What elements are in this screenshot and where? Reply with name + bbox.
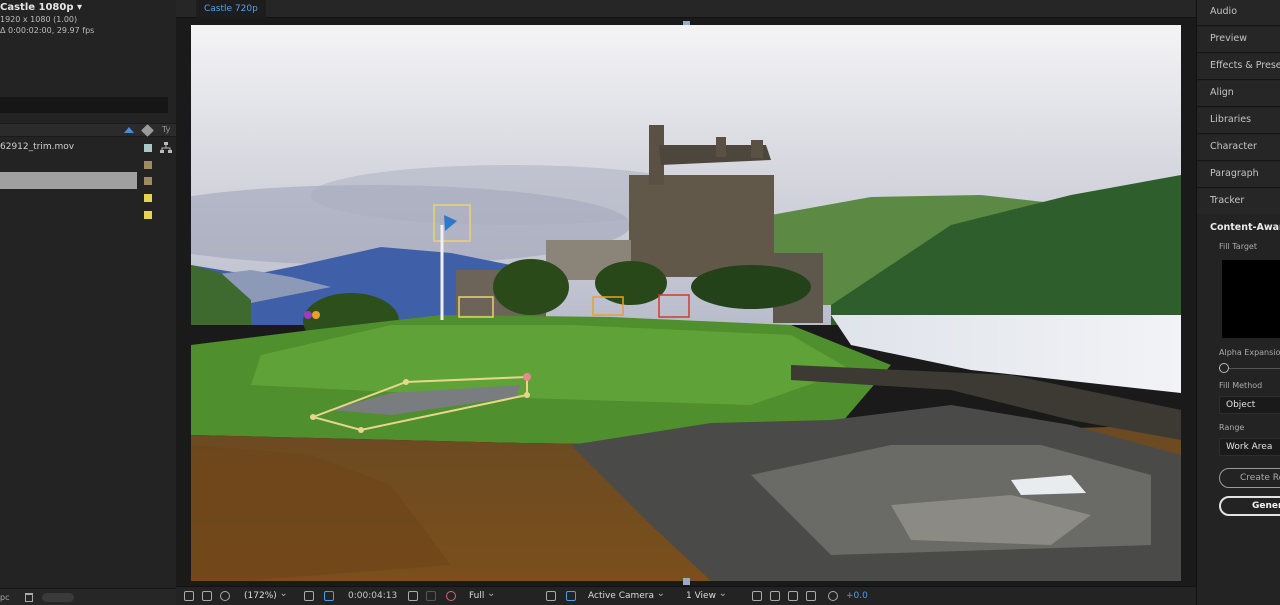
bit-depth-button[interactable]: pc xyxy=(0,593,9,602)
pixel-aspect-icon[interactable] xyxy=(752,591,762,601)
region-of-interest-icon[interactable] xyxy=(546,591,556,601)
range-dropdown[interactable]: Work Area xyxy=(1219,438,1280,456)
range-value: Work Area xyxy=(1226,442,1273,452)
reset-exposure-icon[interactable] xyxy=(828,591,838,601)
project-column-header: Ty xyxy=(0,123,176,137)
panel-preview[interactable]: Preview xyxy=(1197,27,1280,53)
alpha-expansion-label: Alpha Expansion xyxy=(1219,348,1280,357)
generate-fill-button[interactable]: Genera xyxy=(1219,496,1280,516)
camera-snapshot-icon[interactable] xyxy=(408,591,418,601)
tab-castle-720p[interactable]: Castle 720p xyxy=(196,0,266,18)
panel-audio[interactable]: Audio xyxy=(1197,0,1280,26)
label-tag-icon[interactable] xyxy=(141,124,154,137)
fit-frame-icon[interactable] xyxy=(304,591,314,601)
panel-label: Paragraph xyxy=(1210,168,1259,179)
fill-target-preview xyxy=(1222,260,1280,338)
resolution-dropdown[interactable]: Full xyxy=(469,587,496,603)
project-item[interactable] xyxy=(0,189,176,206)
frame-handle-bottom[interactable] xyxy=(683,578,690,585)
thumbnail-scroll[interactable] xyxy=(42,593,74,602)
range-label: Range xyxy=(1219,423,1245,432)
panel-paragraph[interactable]: Paragraph xyxy=(1197,162,1280,188)
label-color-swatch[interactable] xyxy=(144,161,152,169)
panel-label: Preview xyxy=(1210,33,1247,44)
panel-tracker[interactable]: Tracker xyxy=(1197,189,1280,215)
panel-character[interactable]: Character xyxy=(1197,135,1280,161)
panel-align[interactable]: Align xyxy=(1197,81,1280,107)
project-item-name: 62912_trim.mov xyxy=(0,142,75,152)
comp-name[interactable]: Castle 1080p ▾ xyxy=(0,2,82,13)
fast-previews-icon[interactable] xyxy=(770,591,780,601)
label-color-swatch[interactable] xyxy=(144,194,152,202)
mask-visibility-icon[interactable] xyxy=(324,591,334,601)
project-item-selected[interactable] xyxy=(0,172,176,189)
content-aware-fill-panel: Content-Aware F Fill Target Alpha Expans… xyxy=(1197,214,1280,605)
panel-libraries[interactable]: Libraries xyxy=(1197,108,1280,134)
viewer-toolbar: (172%) 0:00:04:13 Full Active Camera 1 V… xyxy=(176,586,1196,605)
panel-label: Audio xyxy=(1210,6,1238,17)
panel-label: Tracker xyxy=(1210,195,1245,206)
magnification-dropdown[interactable]: (172%) xyxy=(244,587,287,603)
after-effects-window: Castle 1080p ▾ 1920 x 1080 (1.00) Δ 0:00… xyxy=(0,0,1280,605)
color-channels-icon[interactable] xyxy=(446,591,456,601)
timeline-icon[interactable] xyxy=(788,591,798,601)
comp-duration: Δ 0:00:02:00, 29.97 fps xyxy=(0,26,95,35)
button-label: Genera xyxy=(1252,501,1280,511)
viewer-tab-bar: Castle 720p xyxy=(176,0,1196,18)
label-color-swatch[interactable] xyxy=(144,144,152,152)
camera-view-dropdown[interactable]: Active Camera xyxy=(588,587,665,603)
project-search-input[interactable] xyxy=(0,97,168,113)
exposure-value[interactable]: +0.0 xyxy=(846,590,868,603)
fill-method-label: Fill Method xyxy=(1219,381,1263,390)
panel-effects-presets[interactable]: Effects & Presets xyxy=(1197,54,1280,80)
alpha-expansion-slider[interactable] xyxy=(1219,363,1229,373)
right-panel-stack: Audio Preview Effects & Presets Align Li… xyxy=(1196,0,1280,605)
always-preview-icon[interactable] xyxy=(184,591,194,601)
castle-landscape-image xyxy=(191,25,1181,581)
type-column-header[interactable]: Ty xyxy=(162,125,170,134)
create-reference-frame-button[interactable]: Create Re xyxy=(1219,468,1280,488)
project-item[interactable] xyxy=(0,206,176,223)
dependency-network-icon[interactable] xyxy=(160,142,172,154)
vr-goggles-icon[interactable] xyxy=(220,591,230,601)
project-item[interactable]: 62912_trim.mov xyxy=(0,139,176,156)
comp-size: 1920 x 1080 (1.00) xyxy=(0,15,78,24)
composition-viewer: Castle 720p (172%) ⌄ 0:00:04:13 Full ⌄ A… xyxy=(176,0,1196,605)
monitor-icon[interactable] xyxy=(202,591,212,601)
button-label: Create Re xyxy=(1240,473,1280,483)
panel-title[interactable]: Content-Aware F xyxy=(1210,222,1280,233)
project-item[interactable] xyxy=(0,156,176,173)
flowchart-icon[interactable] xyxy=(806,591,816,601)
project-panel: Castle 1080p ▾ 1920 x 1080 (1.00) Δ 0:00… xyxy=(0,0,176,605)
panel-label: Effects & Presets xyxy=(1210,60,1280,71)
panel-label: Character xyxy=(1210,141,1257,152)
fill-method-value: Object xyxy=(1226,400,1256,410)
fill-target-label: Fill Target xyxy=(1219,242,1257,251)
show-snapshot-icon[interactable] xyxy=(426,591,436,601)
sort-ascending-icon[interactable] xyxy=(124,127,134,133)
transparency-grid-icon[interactable] xyxy=(566,591,576,601)
label-color-swatch[interactable] xyxy=(144,177,152,185)
current-time[interactable]: 0:00:04:13 xyxy=(348,590,397,603)
selection-highlight xyxy=(0,172,137,189)
panel-label: Align xyxy=(1210,87,1234,98)
trash-icon[interactable] xyxy=(25,593,33,602)
project-footer: pc xyxy=(0,588,176,605)
composition-frame[interactable] xyxy=(191,25,1181,581)
fill-method-dropdown[interactable]: Object xyxy=(1219,396,1280,414)
panel-label: Libraries xyxy=(1210,114,1252,125)
view-layout-dropdown[interactable]: 1 View xyxy=(686,587,727,603)
label-color-swatch[interactable] xyxy=(144,211,152,219)
